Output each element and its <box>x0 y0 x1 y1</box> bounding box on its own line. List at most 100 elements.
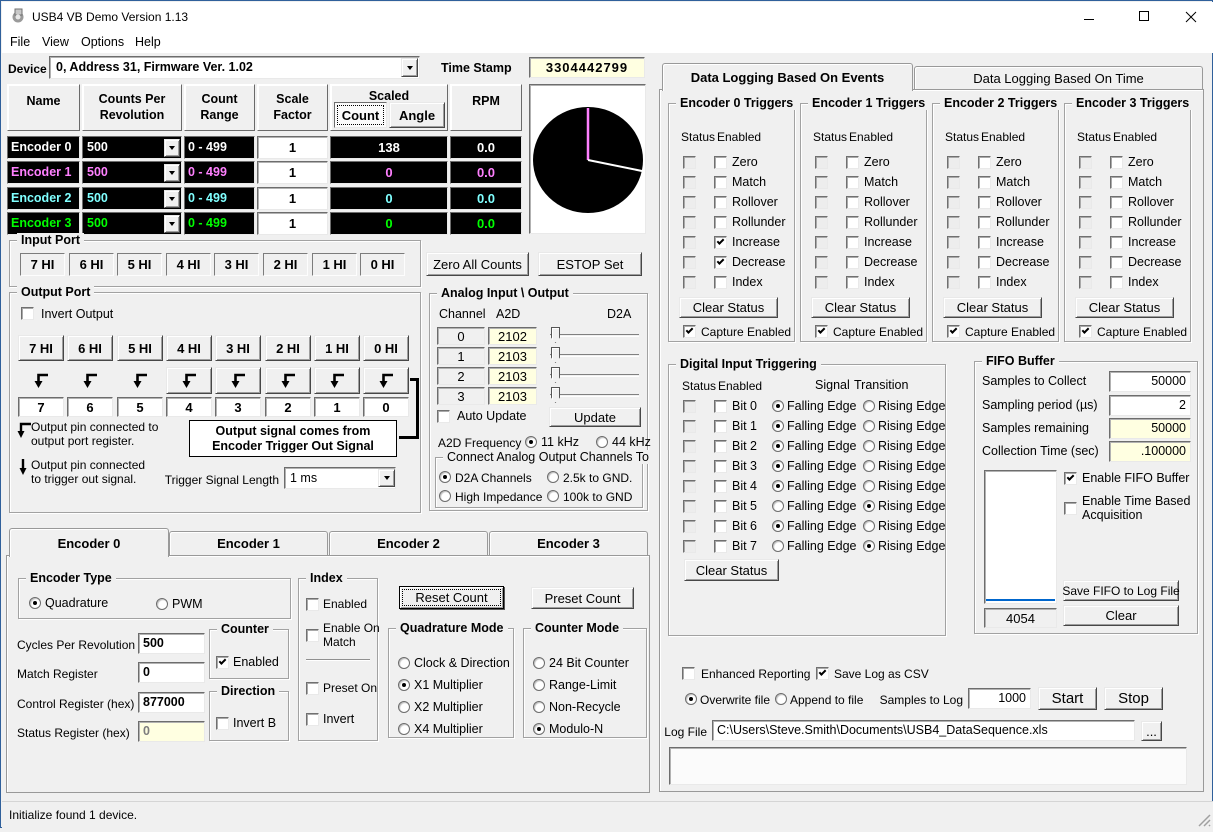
tab-encoder-0[interactable]: Encoder 0 <box>9 528 169 557</box>
fifo-listbox[interactable] <box>984 470 1057 604</box>
capture-enabled-checkbox[interactable] <box>815 325 828 338</box>
output-port-2-hi[interactable]: 2 HI <box>265 335 311 361</box>
output-port-6-hi[interactable]: 6 HI <box>67 335 113 361</box>
enhanced-reporting-checkbox[interactable] <box>682 667 695 680</box>
rising-edge-radio[interactable] <box>863 520 875 532</box>
clear-status-button[interactable]: Clear Status <box>811 297 910 318</box>
preset-on-checkbox[interactable] <box>306 682 319 695</box>
trigger-enabled-checkbox[interactable] <box>846 156 859 169</box>
minimize-button[interactable] <box>1084 12 1094 22</box>
falling-edge-radio[interactable] <box>772 420 784 432</box>
falling-edge-radio[interactable] <box>772 440 784 452</box>
estop-set-button[interactable]: ESTOP Set <box>538 252 642 276</box>
output-pin-2-mode-button[interactable] <box>265 367 311 394</box>
tab-encoder-3[interactable]: Encoder 3 <box>489 531 648 555</box>
save-fifo-button[interactable]: Save FIFO to Log File <box>1063 580 1179 601</box>
output-pin-3-mode-button[interactable] <box>215 367 261 394</box>
falling-edge-radio[interactable] <box>772 400 784 412</box>
trigger-enabled-checkbox[interactable] <box>714 256 727 269</box>
log-file-field[interactable]: C:\Users\Steve.Smith\Documents\USB4_Data… <box>712 720 1135 741</box>
stop-button[interactable]: Stop <box>1104 687 1163 710</box>
output-pin-7-mode-button[interactable] <box>18 367 64 394</box>
rising-edge-radio[interactable] <box>863 500 875 512</box>
trigger-enabled-checkbox[interactable] <box>1110 176 1123 189</box>
tab-encoder-1[interactable]: Encoder 1 <box>169 531 328 555</box>
d2a-slider-track[interactable] <box>550 394 639 397</box>
trigger-enabled-checkbox[interactable] <box>846 276 859 289</box>
trigger-enabled-checkbox[interactable] <box>846 236 859 249</box>
trigger-enabled-checkbox[interactable] <box>714 156 727 169</box>
maximize-button[interactable] <box>1139 11 1149 21</box>
reset-count-button[interactable]: Reset Count <box>399 586 504 609</box>
capture-enabled-checkbox[interactable] <box>1079 325 1092 338</box>
freq-44khz-radio[interactable] <box>596 436 608 448</box>
bit-enabled-checkbox[interactable] <box>714 500 727 513</box>
enable-fifo-checkbox[interactable] <box>1064 472 1077 485</box>
connect-option-radio[interactable] <box>439 471 451 483</box>
cpr-combo[interactable]: 500 <box>82 187 182 210</box>
browse-button[interactable]: ... <box>1141 721 1162 741</box>
bit-enabled-checkbox[interactable] <box>714 420 727 433</box>
trigger-enabled-checkbox[interactable] <box>978 196 991 209</box>
input-port-0[interactable]: 0 HI <box>360 253 405 276</box>
counter-mode-radio[interactable] <box>533 701 545 713</box>
cpr-combo[interactable]: 500 <box>82 212 182 235</box>
output-port-4-hi[interactable]: 4 HI <box>166 335 212 361</box>
fifo-field-value[interactable]: 50000 <box>1109 371 1191 392</box>
preset-count-button[interactable]: Preset Count <box>531 587 634 609</box>
enable-time-based-checkbox[interactable] <box>1064 502 1077 515</box>
fifo-field-value[interactable]: 2 <box>1109 395 1191 416</box>
bit-enabled-checkbox[interactable] <box>714 460 727 473</box>
index-enabled-checkbox[interactable] <box>306 598 319 611</box>
trigger-enabled-checkbox[interactable] <box>714 276 727 289</box>
input-port-2[interactable]: 2 HI <box>263 253 308 276</box>
capture-enabled-checkbox[interactable] <box>683 325 696 338</box>
trigger-enabled-checkbox[interactable] <box>978 276 991 289</box>
bit-enabled-checkbox[interactable] <box>714 400 727 413</box>
samples-to-log-field[interactable]: 1000 <box>968 688 1031 709</box>
invert-output-checkbox[interactable] <box>21 307 34 320</box>
device-dropdown-button[interactable] <box>401 58 418 77</box>
quad-mode-radio[interactable] <box>398 657 410 669</box>
menu-options[interactable]: Options <box>81 35 124 50</box>
trigger-enabled-checkbox[interactable] <box>714 236 727 249</box>
trigger-enabled-checkbox[interactable] <box>978 176 991 189</box>
quad-mode-radio[interactable] <box>398 679 410 691</box>
bit-enabled-checkbox[interactable] <box>714 520 727 533</box>
connect-option-radio[interactable] <box>439 490 451 502</box>
register-field[interactable]: 500 <box>138 633 205 654</box>
output-port-3-hi[interactable]: 3 HI <box>215 335 261 361</box>
connect-option-radio[interactable] <box>547 471 559 483</box>
cpr-combo[interactable]: 500 <box>82 136 182 159</box>
output-port-0-hi[interactable]: 0 HI <box>363 335 409 361</box>
output-pin-5-mode-button[interactable] <box>117 367 163 394</box>
counter-mode-radio[interactable] <box>533 679 545 691</box>
save-csv-checkbox[interactable] <box>816 667 829 680</box>
rising-edge-radio[interactable] <box>863 480 875 492</box>
trigger-enabled-checkbox[interactable] <box>1110 156 1123 169</box>
cpr-dropdown-button[interactable] <box>164 215 180 233</box>
register-field[interactable]: 0 <box>138 662 205 683</box>
quadrature-radio[interactable] <box>29 597 41 609</box>
trigger-enabled-checkbox[interactable] <box>846 176 859 189</box>
input-port-1[interactable]: 1 HI <box>312 253 357 276</box>
trigger-enabled-checkbox[interactable] <box>846 216 859 229</box>
pwm-radio[interactable] <box>156 598 168 610</box>
output-pin-1-value[interactable]: 1 <box>314 397 360 417</box>
bit-enabled-checkbox[interactable] <box>714 480 727 493</box>
output-pin-3-value[interactable]: 3 <box>215 397 261 417</box>
tab-logging-events[interactable]: Data Logging Based On Events <box>662 63 913 91</box>
output-pin-0-mode-button[interactable] <box>363 367 409 394</box>
resize-grip[interactable] <box>1197 813 1211 827</box>
counter-mode-radio[interactable] <box>533 723 545 735</box>
input-port-6[interactable]: 6 HI <box>69 253 114 276</box>
trigger-enabled-checkbox[interactable] <box>978 236 991 249</box>
input-port-4[interactable]: 4 HI <box>166 253 211 276</box>
bit-enabled-checkbox[interactable] <box>714 440 727 453</box>
output-pin-6-value[interactable]: 6 <box>67 397 113 417</box>
input-port-7[interactable]: 7 HI <box>20 253 65 276</box>
trigger-enabled-checkbox[interactable] <box>1110 256 1123 269</box>
quad-mode-radio[interactable] <box>398 701 410 713</box>
register-field[interactable]: 0 <box>138 721 205 742</box>
trigger-length-dropdown-button[interactable] <box>378 469 395 487</box>
